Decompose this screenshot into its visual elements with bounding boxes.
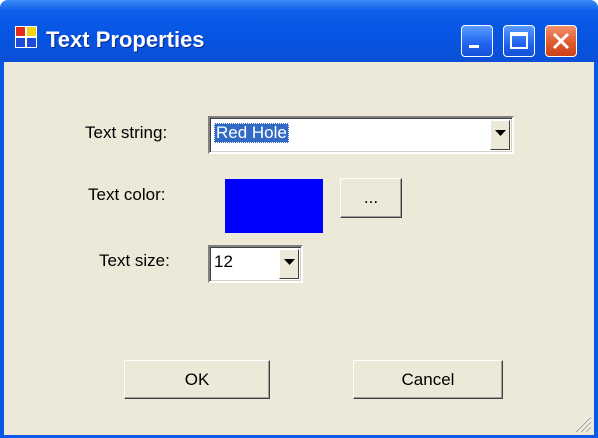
text-properties-dialog: Text Properties Text string: Red Hole Te… — [0, 0, 598, 438]
text-color-swatch — [225, 179, 323, 233]
cancel-button[interactable]: Cancel — [353, 360, 503, 399]
minimize-button[interactable] — [461, 25, 493, 57]
text-size-dropdown-button[interactable] — [279, 249, 299, 279]
window-title: Text Properties — [46, 27, 205, 52]
text-string-combobox[interactable]: Red Hole — [208, 116, 514, 154]
maximize-button[interactable] — [503, 25, 535, 57]
text-string-value[interactable]: Red Hole — [214, 123, 289, 143]
text-string-label: Text string: — [85, 123, 168, 142]
minimize-icon — [469, 45, 479, 48]
window-app-icon — [15, 26, 37, 48]
text-size-combobox[interactable]: 12 — [208, 245, 303, 283]
text-size-label: Text size: — [99, 251, 170, 270]
close-button[interactable] — [545, 25, 577, 57]
text-size-value[interactable]: 12 — [214, 252, 233, 272]
chevron-down-icon — [284, 259, 295, 265]
title-bar[interactable]: Text Properties — [0, 0, 598, 62]
resize-grip-icon[interactable] — [570, 411, 592, 433]
text-string-dropdown-button[interactable] — [490, 120, 510, 150]
cancel-button-label: Cancel — [401, 370, 455, 389]
chevron-down-icon — [495, 130, 506, 136]
text-color-label: Text color: — [88, 185, 166, 204]
ok-button[interactable]: OK — [124, 360, 270, 399]
maximize-icon — [510, 32, 528, 49]
dialog-body: Text string: Red Hole Text color: ... Te… — [4, 62, 594, 435]
color-browse-label: ... — [363, 188, 379, 207]
close-icon — [552, 32, 570, 50]
ok-button-label: OK — [184, 370, 210, 389]
color-browse-button[interactable]: ... — [340, 178, 402, 218]
